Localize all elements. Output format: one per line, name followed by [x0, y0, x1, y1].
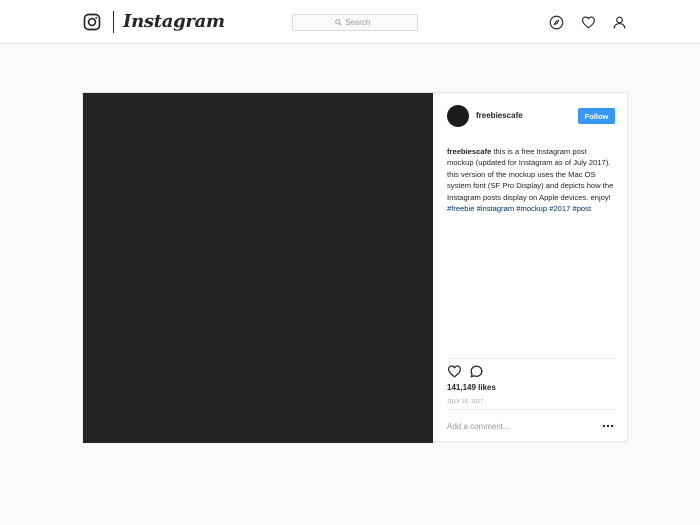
likes-count[interactable]: 141,149 likes — [447, 383, 496, 392]
top-navbar: Instagram — [0, 0, 700, 44]
post-sidebar: freebiescafe Follow freebiescafe this is… — [433, 93, 629, 443]
divider — [447, 409, 615, 410]
post-card: freebiescafe Follow freebiescafe this is… — [82, 92, 629, 443]
post-header: freebiescafe Follow — [447, 105, 615, 129]
compass-icon[interactable] — [549, 15, 564, 30]
post-caption: freebiescafe this is a free Instagram po… — [447, 146, 615, 214]
comment-icon[interactable] — [469, 364, 484, 379]
comment-input[interactable] — [447, 420, 597, 432]
divider — [447, 358, 615, 359]
avatar[interactable] — [447, 105, 469, 127]
user-icon[interactable] — [612, 15, 627, 30]
heart-icon[interactable] — [581, 15, 596, 30]
instagram-wordmark[interactable]: Instagram — [123, 9, 225, 35]
post-username[interactable]: freebiescafe — [476, 111, 523, 120]
heart-icon[interactable] — [447, 364, 462, 379]
post-media-placeholder[interactable] — [83, 93, 433, 443]
search-box[interactable] — [292, 14, 418, 31]
hashtag-mockup[interactable]: #mockup — [516, 204, 547, 213]
instagram-logo-icon[interactable] — [83, 13, 101, 31]
caption-username[interactable]: freebiescafe — [447, 147, 491, 156]
hashtag-instagram[interactable]: #instagram — [477, 204, 515, 213]
more-icon[interactable] — [601, 423, 615, 429]
search-input[interactable] — [345, 18, 375, 27]
logo-divider — [113, 11, 114, 33]
follow-button[interactable]: Follow — [578, 108, 615, 124]
post-date: JULY 19, 2017 — [447, 399, 484, 405]
hashtag-2017[interactable]: #2017 — [549, 204, 570, 213]
hashtag-freebie[interactable]: #freebie — [447, 204, 474, 213]
search-icon — [335, 19, 342, 26]
hashtag-post[interactable]: #post — [572, 204, 591, 213]
